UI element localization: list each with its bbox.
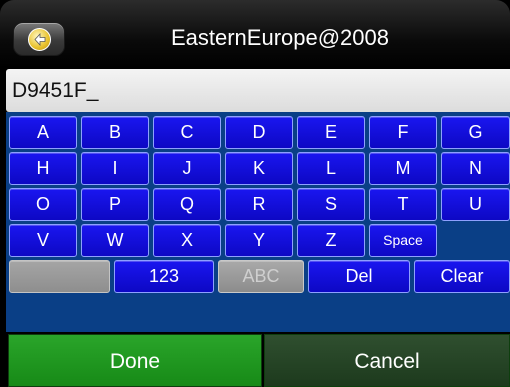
key-m[interactable]: M: [369, 152, 437, 185]
key-g[interactable]: G: [441, 116, 510, 149]
key-k[interactable]: K: [225, 152, 293, 185]
key-y[interactable]: Y: [225, 224, 293, 257]
key-w[interactable]: W: [81, 224, 149, 257]
cancel-button[interactable]: Cancel: [264, 334, 510, 387]
key-h[interactable]: H: [9, 152, 77, 185]
key-q[interactable]: Q: [153, 188, 221, 221]
key-space[interactable]: Space: [369, 224, 437, 257]
key-b[interactable]: B: [81, 116, 149, 149]
key-s[interactable]: S: [297, 188, 365, 221]
page-title: EasternEurope@2008: [170, 25, 390, 50]
key-x[interactable]: X: [153, 224, 221, 257]
key-r[interactable]: R: [225, 188, 293, 221]
key-c[interactable]: C: [153, 116, 221, 149]
key-z[interactable]: Z: [297, 224, 365, 257]
key-n[interactable]: N: [441, 152, 510, 185]
key-d[interactable]: D: [225, 116, 293, 149]
keyboard: A B C D E F G H I J K L M N O P Q R S T …: [6, 112, 510, 332]
key-f[interactable]: F: [369, 116, 437, 149]
title-bar: EasternEurope@2008: [0, 0, 510, 68]
key-t[interactable]: T: [369, 188, 437, 221]
key-v[interactable]: V: [9, 224, 77, 257]
key-l[interactable]: L: [297, 152, 365, 185]
key-p[interactable]: P: [81, 188, 149, 221]
key-123[interactable]: 123: [114, 260, 214, 293]
key-o[interactable]: O: [9, 188, 77, 221]
back-button[interactable]: [13, 22, 65, 56]
key-j[interactable]: J: [153, 152, 221, 185]
back-arrow-icon: [28, 28, 51, 51]
key-e[interactable]: E: [297, 116, 365, 149]
key-blank: [9, 260, 110, 293]
key-del[interactable]: Del: [308, 260, 410, 293]
key-u[interactable]: U: [441, 188, 510, 221]
done-button[interactable]: Done: [8, 334, 262, 387]
text-input[interactable]: D9451F_: [6, 69, 510, 112]
key-clear[interactable]: Clear: [414, 260, 510, 293]
key-a[interactable]: A: [9, 116, 77, 149]
key-i[interactable]: I: [81, 152, 149, 185]
key-abc[interactable]: ABC: [218, 260, 304, 293]
